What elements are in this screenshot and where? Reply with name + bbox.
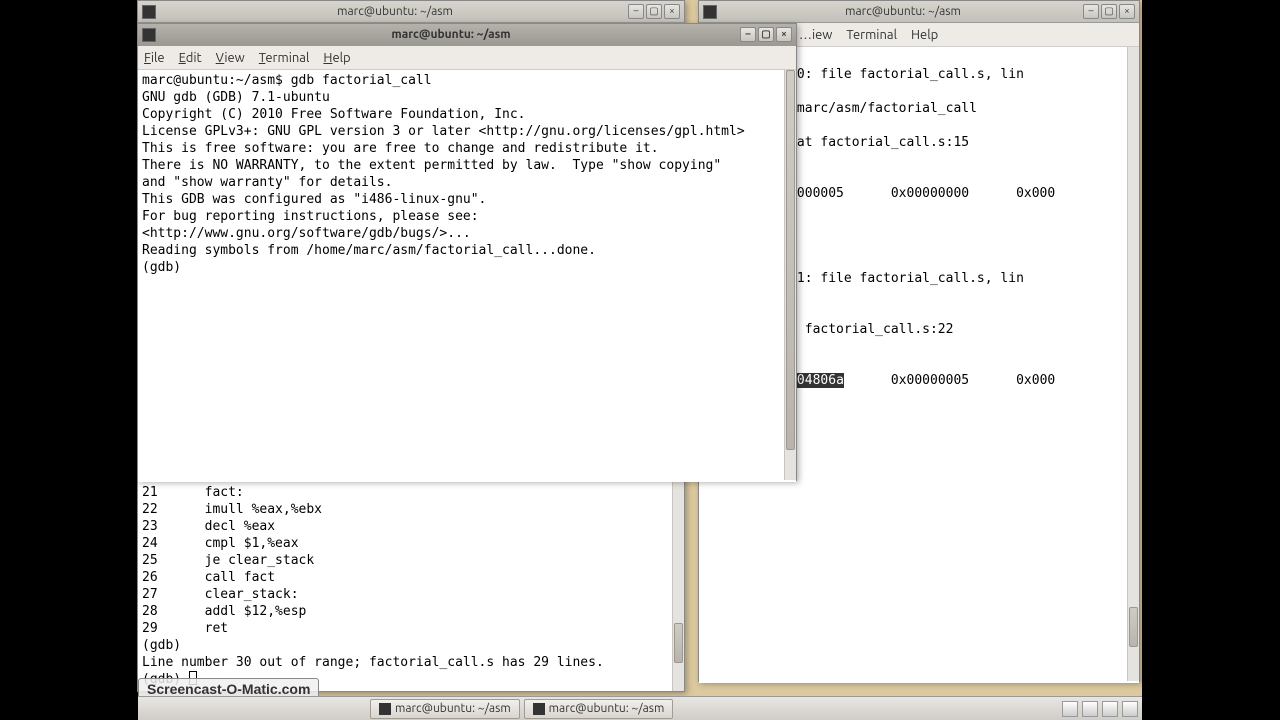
systray xyxy=(1062,701,1142,717)
app-icon xyxy=(142,5,156,19)
menu-terminal[interactable]: Terminal xyxy=(259,51,310,65)
minimize-button[interactable]: – xyxy=(628,4,644,19)
menu-view[interactable]: …iew xyxy=(799,28,832,42)
menu-terminal[interactable]: Terminal xyxy=(846,28,897,42)
terminal-output[interactable]: marc@ubuntu:~/asm$ gdb factorial_call GN… xyxy=(138,70,796,482)
minimize-button[interactable]: – xyxy=(1083,4,1099,19)
terminal-icon xyxy=(533,703,545,715)
scrollbar[interactable] xyxy=(1127,47,1139,681)
workspace-switcher[interactable] xyxy=(1102,701,1118,717)
window-title: marc@ubuntu: ~/asm xyxy=(723,5,1083,18)
menubar: File Edit View Terminal Help xyxy=(138,46,796,70)
menu-help[interactable]: Help xyxy=(911,28,938,42)
menu-view[interactable]: View xyxy=(216,51,245,65)
terminal-icon xyxy=(379,703,391,715)
maximize-button[interactable]: ▢ xyxy=(758,27,774,42)
menu-file[interactable]: File xyxy=(144,51,165,65)
trash-icon[interactable] xyxy=(1122,701,1138,717)
titlebar[interactable]: marc@ubuntu: ~/asm – ▢ × xyxy=(699,1,1139,23)
titlebar[interactable]: marc@ubuntu: ~/asm – ▢ × xyxy=(138,1,684,23)
terminal-window-front: marc@ubuntu: ~/asm – ▢ × File Edit View … xyxy=(137,23,797,481)
window-title: marc@ubuntu: ~/asm xyxy=(162,28,740,41)
menu-help[interactable]: Help xyxy=(323,51,350,65)
taskbar-label: marc@ubuntu: ~/asm xyxy=(395,702,511,715)
titlebar[interactable]: marc@ubuntu: ~/asm – ▢ × xyxy=(138,24,796,46)
window-title: marc@ubuntu: ~/asm xyxy=(162,5,628,18)
maximize-button[interactable]: ▢ xyxy=(1101,4,1117,19)
menu-edit[interactable]: Edit xyxy=(179,51,202,65)
taskbar: marc@ubuntu: ~/asm marc@ubuntu: ~/asm xyxy=(138,696,1142,720)
taskbar-label: marc@ubuntu: ~/asm xyxy=(549,702,665,715)
workspace-switcher[interactable] xyxy=(1082,701,1098,717)
minimize-button[interactable]: – xyxy=(740,27,756,42)
close-button[interactable]: × xyxy=(664,4,680,19)
taskbar-item-1[interactable]: marc@ubuntu: ~/asm xyxy=(370,699,520,719)
close-button[interactable]: × xyxy=(1119,4,1135,19)
scrollbar[interactable] xyxy=(784,70,796,480)
taskbar-item-2[interactable]: marc@ubuntu: ~/asm xyxy=(524,699,674,719)
app-icon xyxy=(142,28,156,42)
workspace-switcher[interactable] xyxy=(1062,701,1078,717)
app-icon xyxy=(703,5,717,19)
close-button[interactable]: × xyxy=(776,27,792,42)
maximize-button[interactable]: ▢ xyxy=(646,4,662,19)
